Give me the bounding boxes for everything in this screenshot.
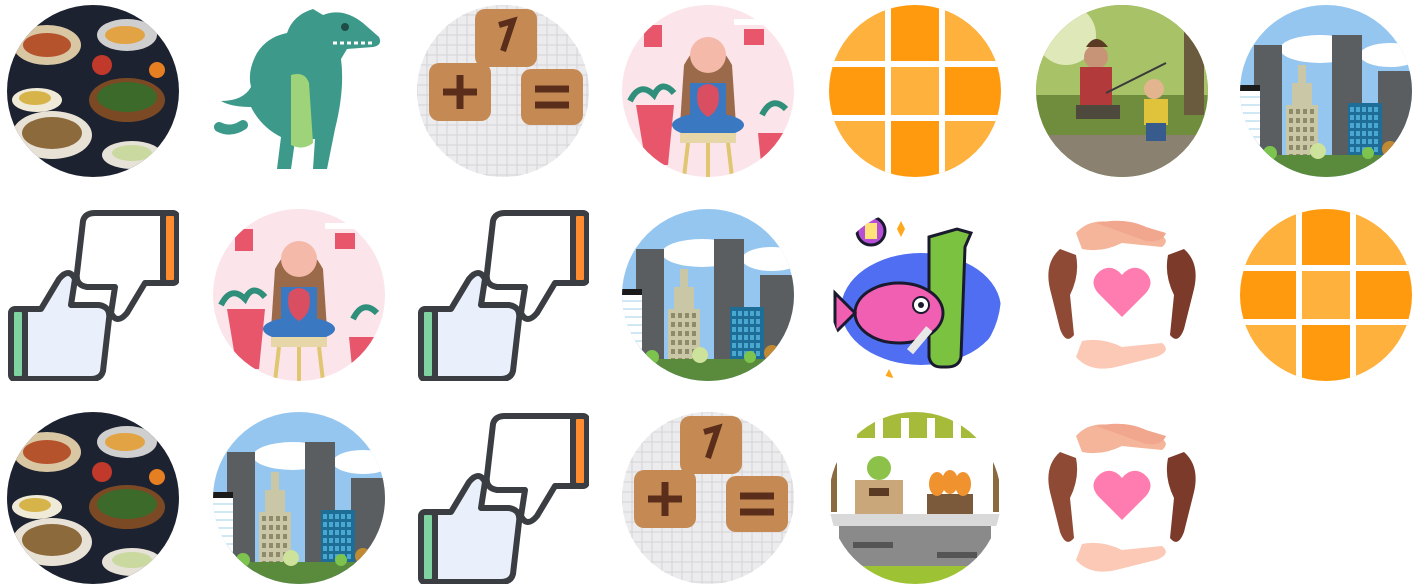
grid-tile[interactable] — [213, 412, 385, 584]
grid-tile[interactable] — [622, 209, 794, 381]
grid-tile[interactable] — [417, 209, 589, 381]
hands-heart-icon — [1048, 423, 1196, 572]
city-skyline-icon — [622, 209, 794, 381]
family-hiking-photo-icon — [1036, 5, 1208, 177]
city-skyline-icon — [1240, 5, 1412, 177]
grid-tile[interactable] — [7, 209, 179, 381]
hands-heart-icon — [1048, 220, 1196, 369]
orange-grid-icon — [829, 5, 1001, 177]
green-dinosaur-icon — [214, 9, 381, 169]
pottery-woman-icon — [622, 5, 794, 177]
orange-grid-icon — [1240, 209, 1412, 381]
thumbs-up-down-icon — [418, 210, 589, 381]
image-grid — [0, 0, 1414, 585]
grid-tile[interactable] — [213, 209, 385, 381]
grid-tile[interactable] — [622, 5, 794, 177]
pottery-woman-icon — [213, 209, 385, 381]
grid-tile[interactable] — [622, 412, 794, 584]
grid-tile[interactable] — [7, 5, 179, 177]
grid-tile[interactable] — [213, 5, 385, 177]
thumbs-up-down-icon — [8, 210, 179, 381]
grid-tile[interactable] — [1036, 5, 1208, 177]
cookie-math-tiles-icon — [417, 5, 589, 177]
market-stall-icon — [829, 412, 1001, 584]
grid-tile[interactable] — [1240, 209, 1412, 381]
food-feast-icon — [7, 5, 179, 177]
grid-tile[interactable] — [829, 412, 1001, 584]
grid-tile[interactable] — [829, 5, 1001, 177]
grid-tile[interactable] — [7, 412, 179, 584]
grid-tile[interactable] — [829, 209, 1001, 381]
grid-tile[interactable] — [1240, 5, 1412, 177]
food-feast-icon — [7, 412, 179, 584]
thumbs-up-down-icon — [418, 413, 589, 584]
grid-tile[interactable] — [1036, 412, 1208, 584]
city-skyline-icon — [213, 412, 385, 584]
grid-tile[interactable] — [417, 412, 589, 584]
cookie-math-tiles-icon — [622, 412, 794, 584]
fish-pollution-icon — [829, 209, 1001, 381]
grid-tile[interactable] — [417, 5, 589, 177]
grid-tile[interactable] — [1036, 209, 1208, 381]
